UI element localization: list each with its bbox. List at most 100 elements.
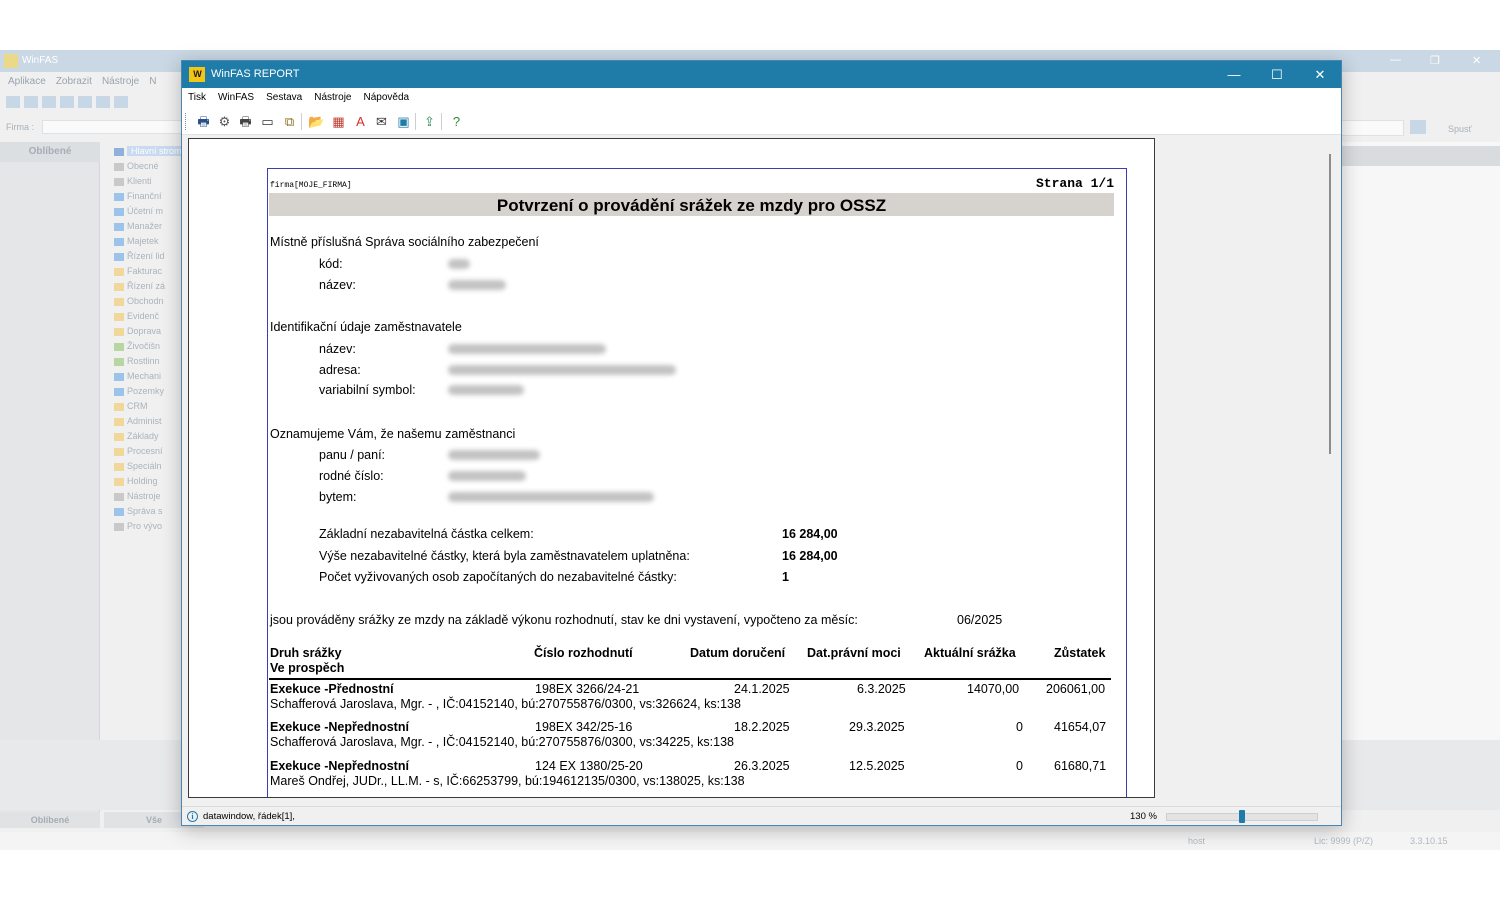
toolbar-grip[interactable] — [185, 113, 187, 130]
bg-tree-item[interactable]: CRM — [104, 399, 184, 414]
bg-close-icon[interactable]: ✕ — [1472, 54, 1481, 67]
label-variabilni-symbol: variabilní symbol: — [319, 383, 416, 397]
close-button[interactable]: ✕ — [1298, 61, 1341, 88]
folder-icon — [114, 492, 124, 501]
vertical-scrollbar[interactable] — [1323, 138, 1337, 798]
bg-tree-label: Řízení zá — [127, 281, 166, 291]
bg-tree-item[interactable]: Nástroje — [104, 489, 184, 504]
save-icon[interactable]: ▣ — [395, 113, 412, 130]
export-folder-icon[interactable]: 📂 — [308, 113, 325, 130]
row-datum: 24.1.2025 — [734, 682, 790, 696]
toolbar-separator — [415, 113, 416, 130]
zoom-slider-handle[interactable] — [1239, 810, 1245, 823]
bg-favorites-header[interactable]: Oblíbené — [0, 142, 100, 162]
bg-tree-item[interactable]: Základy — [104, 429, 184, 444]
bg-tree-item[interactable]: Pro vývo — [104, 519, 184, 534]
bg-tree-label: Pozemky — [127, 386, 165, 396]
bg-tree-item[interactable]: Obchodn — [104, 294, 184, 309]
menu-nastroje[interactable]: Nástroje — [314, 88, 351, 108]
bg-menu-item[interactable]: N — [149, 76, 156, 87]
col-header-pravni: Dat.právní moci — [807, 646, 901, 660]
bg-restore-icon[interactable]: ❐ — [1430, 54, 1440, 67]
row-pravni: 29.3.2025 — [849, 720, 905, 734]
bg-menu-item[interactable]: Zobrazit — [56, 76, 92, 87]
bg-toolbar-icon[interactable] — [6, 96, 20, 108]
bg-combo[interactable] — [1340, 120, 1404, 136]
scrollbar-thumb[interactable] — [1329, 154, 1331, 454]
folder-icon — [114, 462, 124, 471]
redacted-employer-name — [448, 344, 606, 354]
bg-tree-item[interactable]: Řízení lid — [104, 249, 184, 264]
bg-menu-item[interactable]: Aplikace — [8, 76, 46, 87]
row-cislo: 124 EX 1380/25-20 — [535, 759, 643, 773]
bg-tree-item[interactable]: Fakturac — [104, 264, 184, 279]
bg-tree-item[interactable]: Řízení zá — [104, 279, 184, 294]
report-page: firma[MOJE_FIRMA] Strana 1/1 Potvrzení o… — [188, 138, 1155, 798]
bg-toolbar-icon[interactable] — [42, 96, 56, 108]
bg-tree-item[interactable]: Pozemky — [104, 384, 184, 399]
bg-tree-item[interactable]: Manažer — [104, 219, 184, 234]
menu-sestava[interactable]: Sestava — [266, 88, 302, 108]
bg-tree-item[interactable]: Účetní m — [104, 204, 184, 219]
col-header-cislo: Číslo rozhodnutí — [534, 646, 633, 660]
printer-icon[interactable]: 🖶 — [237, 113, 254, 130]
bg-tree-item[interactable]: Klienti — [104, 174, 184, 189]
email-icon[interactable]: ✉ — [373, 113, 390, 130]
print-icon[interactable]: 🖶 — [195, 113, 212, 130]
bg-tree-item[interactable]: Holding — [104, 474, 184, 489]
help-icon[interactable]: ? — [448, 113, 465, 130]
screen: WinFAS — ❐ ✕ Aplikace Zobrazit Nástroje … — [0, 0, 1500, 900]
bg-tree-item[interactable]: Správa s — [104, 504, 184, 519]
bg-tree-item[interactable]: Hlavní strom — [104, 144, 186, 159]
bg-run-button[interactable]: Spusť — [1448, 124, 1472, 134]
menu-tisk[interactable]: Tisk — [188, 88, 206, 108]
bg-tree-item[interactable]: Obecné — [104, 159, 184, 174]
bg-back-icon[interactable] — [60, 96, 74, 108]
bg-tree-item[interactable]: Administ — [104, 414, 184, 429]
maximize-button[interactable]: ☐ — [1255, 61, 1299, 88]
minimize-button[interactable]: — — [1212, 61, 1256, 88]
row-prospech: Schafferová Jaroslava, Mgr. - , IČ:04152… — [270, 735, 734, 749]
bg-up-icon[interactable] — [114, 96, 128, 108]
row-aktualni: 14070,00 — [967, 682, 1020, 696]
menu-winfas[interactable]: WinFAS — [218, 88, 254, 108]
excel-export-icon[interactable]: ▦ — [330, 113, 347, 130]
pdf-export-icon[interactable]: A — [352, 113, 369, 130]
folder-icon — [114, 177, 124, 186]
row-zustatek: 206061,00 — [1046, 682, 1106, 696]
bg-menu-item[interactable]: Nástroje — [102, 76, 139, 87]
bg-app-title: WinFAS — [22, 55, 59, 66]
bg-minimize-icon[interactable]: — — [1390, 54, 1401, 66]
bg-tree-item[interactable]: Evidenč — [104, 309, 184, 324]
bg-tree-item[interactable]: Rostlinn — [104, 354, 184, 369]
bg-tree-item[interactable]: Mechani — [104, 369, 184, 384]
bg-tree-item[interactable]: Finanční — [104, 189, 184, 204]
print-settings-icon[interactable]: ⚙ — [216, 113, 233, 130]
row-prospech: Mareš Ondřej, JUDr., LL.M. - s, IČ:66253… — [270, 774, 745, 788]
bg-tree-item[interactable]: Živočišn — [104, 339, 184, 354]
bg-tree-item[interactable]: Speciáln — [104, 459, 184, 474]
bg-folder-icon[interactable] — [1410, 120, 1426, 134]
bg-firma-input[interactable] — [42, 120, 182, 134]
row-druh: Exekuce -Přednostní — [270, 682, 394, 696]
bg-tree-label: Pro vývo — [127, 521, 163, 531]
bg-tree-item[interactable]: Majetek — [104, 234, 184, 249]
bg-tree-label: Obecné — [127, 161, 159, 171]
bg-tree-label: Správa s — [127, 506, 163, 516]
bg-forward-icon[interactable] — [78, 96, 92, 108]
page-setup-icon[interactable]: ▭ — [259, 113, 276, 130]
bg-menubar: Aplikace Zobrazit Nástroje N — [8, 76, 156, 87]
menu-napoveda[interactable]: Nápověda — [363, 88, 409, 108]
window-titlebar[interactable]: W WinFAS REPORT — ☐ ✕ — [182, 61, 1341, 88]
upload-icon[interactable]: ⇪ — [421, 113, 438, 130]
bg-tree-item[interactable]: Procesní — [104, 444, 184, 459]
bg-tree-item[interactable]: Doprava — [104, 324, 184, 339]
bg-tab-favorites[interactable]: Oblíbené — [0, 812, 100, 828]
copy-pages-icon[interactable]: ⧉ — [281, 113, 298, 130]
folder-icon — [114, 417, 124, 426]
section-employee-heading: Oznamujeme Vám, že našemu zaměstnanci — [270, 427, 516, 441]
bg-toolbar-icon[interactable] — [24, 96, 38, 108]
bg-refresh-icon[interactable] — [96, 96, 110, 108]
folder-icon — [114, 357, 124, 366]
row-pravni: 6.3.2025 — [857, 682, 906, 696]
